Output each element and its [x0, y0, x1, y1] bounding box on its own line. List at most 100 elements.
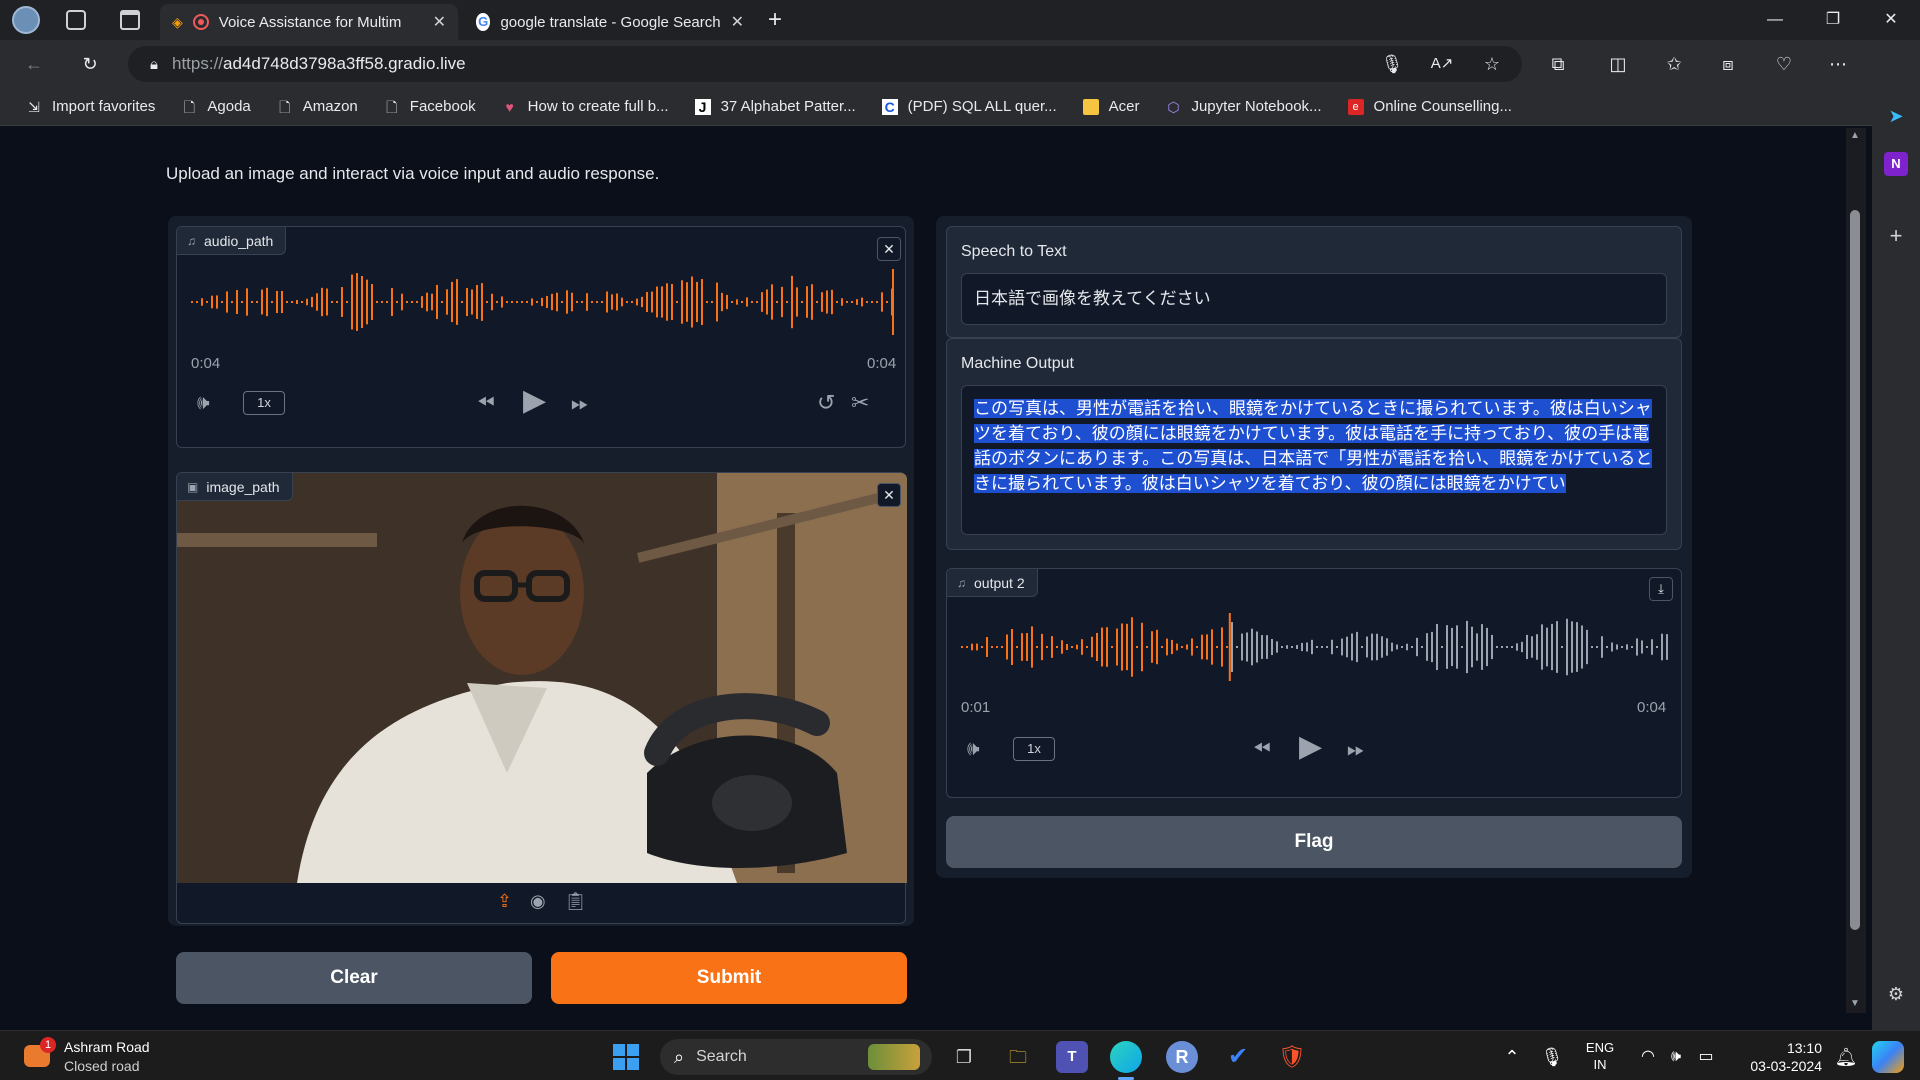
back-icon[interactable]: ← [22, 52, 46, 76]
waveform-bar [1466, 620, 1468, 674]
microphone-tray-icon[interactable]: 🎙︎ [1536, 1041, 1568, 1073]
waveform-bar [1091, 636, 1093, 658]
new-tab-icon[interactable]: + [768, 6, 782, 34]
bookmark-import-favorites[interactable]: ⇲ Import favorites [16, 92, 165, 122]
close-icon[interactable]: ✕ [877, 237, 901, 261]
skip-forward-icon[interactable]: ⏩︎ [571, 389, 589, 417]
battery-icon[interactable]: ▭ [1690, 1041, 1722, 1073]
waveform-bar [371, 284, 373, 320]
page-scrollbar[interactable]: ▲ ▼ [1846, 128, 1866, 1013]
bookmark-alphabet-patterns[interactable]: J 37 Alphabet Patter... [685, 92, 866, 122]
gradio-app: Upload an image and interact via voice i… [6, 126, 1847, 1014]
workspaces-icon[interactable] [66, 10, 86, 30]
waveform-bar [1316, 646, 1318, 648]
split-screen-icon[interactable]: ◫ [1606, 52, 1630, 76]
playhead[interactable] [892, 269, 894, 335]
webcam-icon[interactable]: ◉ [530, 891, 546, 912]
download-icon[interactable]: ⤓ [1649, 577, 1673, 601]
restore-icon[interactable]: ❐ [1810, 8, 1856, 32]
favorite-star-icon[interactable]: ☆ [1480, 52, 1504, 76]
volume-icon[interactable]: 🕪︎ [967, 735, 980, 763]
more-icon[interactable]: ⋯ [1826, 52, 1850, 76]
sidebar-settings-icon[interactable]: ⚙ [1884, 982, 1908, 1006]
notification-bell-icon[interactable]: 🔔︎ [1830, 1041, 1862, 1073]
play-icon[interactable]: ▶ [1299, 732, 1322, 762]
todo-icon[interactable]: ✔ [1222, 1041, 1254, 1073]
address-input[interactable]: 🔒︎ https://ad4d748d3798a3ff58.gradio.liv… [128, 46, 1522, 82]
waveform-bar [971, 643, 973, 651]
health-icon[interactable]: ♡ [1772, 52, 1796, 76]
bookmark-online-counselling[interactable]: e Online Counselling... [1338, 92, 1522, 122]
bookmark-acer[interactable]: Acer [1073, 92, 1150, 122]
profile-avatar[interactable] [12, 6, 40, 34]
machine-output-text[interactable]: この写真は、男性が電話を拾い、眼鏡をかけているときに撮られています。彼は白いシャ… [961, 385, 1667, 535]
weather-widget[interactable]: 1 Ashram Road Closed road [20, 1037, 200, 1077]
waveform-bar [1301, 642, 1303, 652]
microphone-icon[interactable]: 🎙︎ [1380, 52, 1404, 76]
windows-start-icon[interactable] [610, 1041, 642, 1073]
waveform-bar [526, 301, 528, 303]
tab-voice-assistance[interactable]: ◈ Voice Assistance for Multim ✕ [160, 4, 458, 40]
playhead[interactable] [1228, 613, 1231, 681]
favorites-icon[interactable]: ✩ [1662, 52, 1686, 76]
tab-google-translate[interactable]: G google translate - Google Search ✕ [464, 4, 756, 40]
scroll-down-icon[interactable]: ▼ [1850, 998, 1860, 1009]
tab-actions-icon[interactable] [120, 10, 140, 30]
r-app-icon[interactable]: R [1166, 1041, 1198, 1073]
waveform-bar [726, 294, 728, 310]
clipboard-icon[interactable]: 📋︎ [564, 891, 587, 912]
onenote-icon[interactable]: N [1884, 152, 1908, 176]
bookmark-jupyter[interactable]: ⬡ Jupyter Notebook... [1155, 92, 1331, 122]
waveform-bar [1446, 625, 1448, 669]
bookmark-sql-queries[interactable]: C (PDF) SQL ALL quer... [872, 92, 1067, 122]
audio-input-duration: 0:04 [867, 355, 897, 372]
submit-button[interactable]: Submit [551, 952, 907, 1004]
close-tab-icon[interactable]: ✕ [433, 12, 446, 32]
waveform-bar [751, 301, 753, 303]
bookmark-how-to-create[interactable]: ♥ How to create full b... [492, 92, 679, 122]
waveform-bar [1081, 639, 1083, 655]
clear-button[interactable]: Clear [176, 952, 532, 1004]
bookmark-facebook[interactable]: 🗋 Facebook [374, 92, 486, 122]
speaker-icon[interactable]: 🕪︎ [1660, 1041, 1692, 1073]
minimize-icon[interactable]: — [1752, 8, 1798, 32]
teams-icon[interactable]: T [1056, 1041, 1088, 1073]
scrollbar-thumb[interactable] [1850, 210, 1860, 930]
waveform-bar [1181, 646, 1183, 648]
close-window-icon[interactable]: ✕ [1868, 8, 1914, 32]
skip-back-icon[interactable]: ⏪︎ [1253, 735, 1271, 763]
upload-icon[interactable]: ⇪ [497, 891, 512, 912]
add-sidebar-icon[interactable]: + [1884, 224, 1908, 248]
telegram-icon[interactable]: ➤ [1884, 104, 1908, 128]
reset-icon[interactable]: ↺ [817, 389, 835, 417]
refresh-icon[interactable]: ↻ [78, 52, 102, 76]
close-icon[interactable]: ✕ [877, 483, 901, 507]
taskbar-search[interactable]: ⌕ Search [660, 1039, 932, 1075]
scroll-up-icon[interactable]: ▲ [1850, 130, 1860, 141]
read-aloud-icon[interactable]: A↗ [1430, 52, 1454, 76]
task-view-icon[interactable]: ❐ [948, 1041, 980, 1073]
clock[interactable]: 13:10 03-03-2024 [1730, 1039, 1822, 1075]
skip-back-icon[interactable]: ⏪︎ [477, 389, 495, 417]
audio-input-waveform[interactable] [189, 267, 895, 337]
playback-speed-button[interactable]: 1x [1013, 737, 1055, 761]
file-explorer-icon[interactable]: 🗀 [1002, 1041, 1034, 1073]
bookmark-agoda[interactable]: 🗋 Agoda [171, 92, 260, 122]
language-indicator[interactable]: ENG IN [1580, 1039, 1620, 1073]
extensions-icon[interactable]: ⧉ [1546, 52, 1570, 76]
skip-forward-icon[interactable]: ⏩︎ [1347, 735, 1365, 763]
audio-output-waveform[interactable] [959, 611, 1669, 683]
play-icon[interactable]: ▶ [523, 386, 546, 416]
copilot-taskbar-icon[interactable] [1872, 1041, 1904, 1073]
close-tab-icon[interactable]: ✕ [731, 12, 744, 32]
speech-to-text-output[interactable]: 日本語で画像を教えてください [961, 273, 1667, 325]
bookmark-amazon[interactable]: 🗋 Amazon [267, 92, 368, 122]
edge-icon[interactable] [1110, 1041, 1142, 1073]
chevron-up-icon[interactable]: ⌃ [1496, 1041, 1528, 1073]
collections-icon[interactable]: ⧈ [1716, 52, 1740, 76]
flag-button[interactable]: Flag [946, 816, 1682, 868]
volume-icon[interactable]: 🕪︎ [197, 389, 210, 417]
playback-speed-button[interactable]: 1x [243, 391, 285, 415]
brave-icon[interactable]: 🛡︎ [1276, 1041, 1308, 1073]
trim-scissors-icon[interactable]: ✂ [851, 389, 869, 417]
